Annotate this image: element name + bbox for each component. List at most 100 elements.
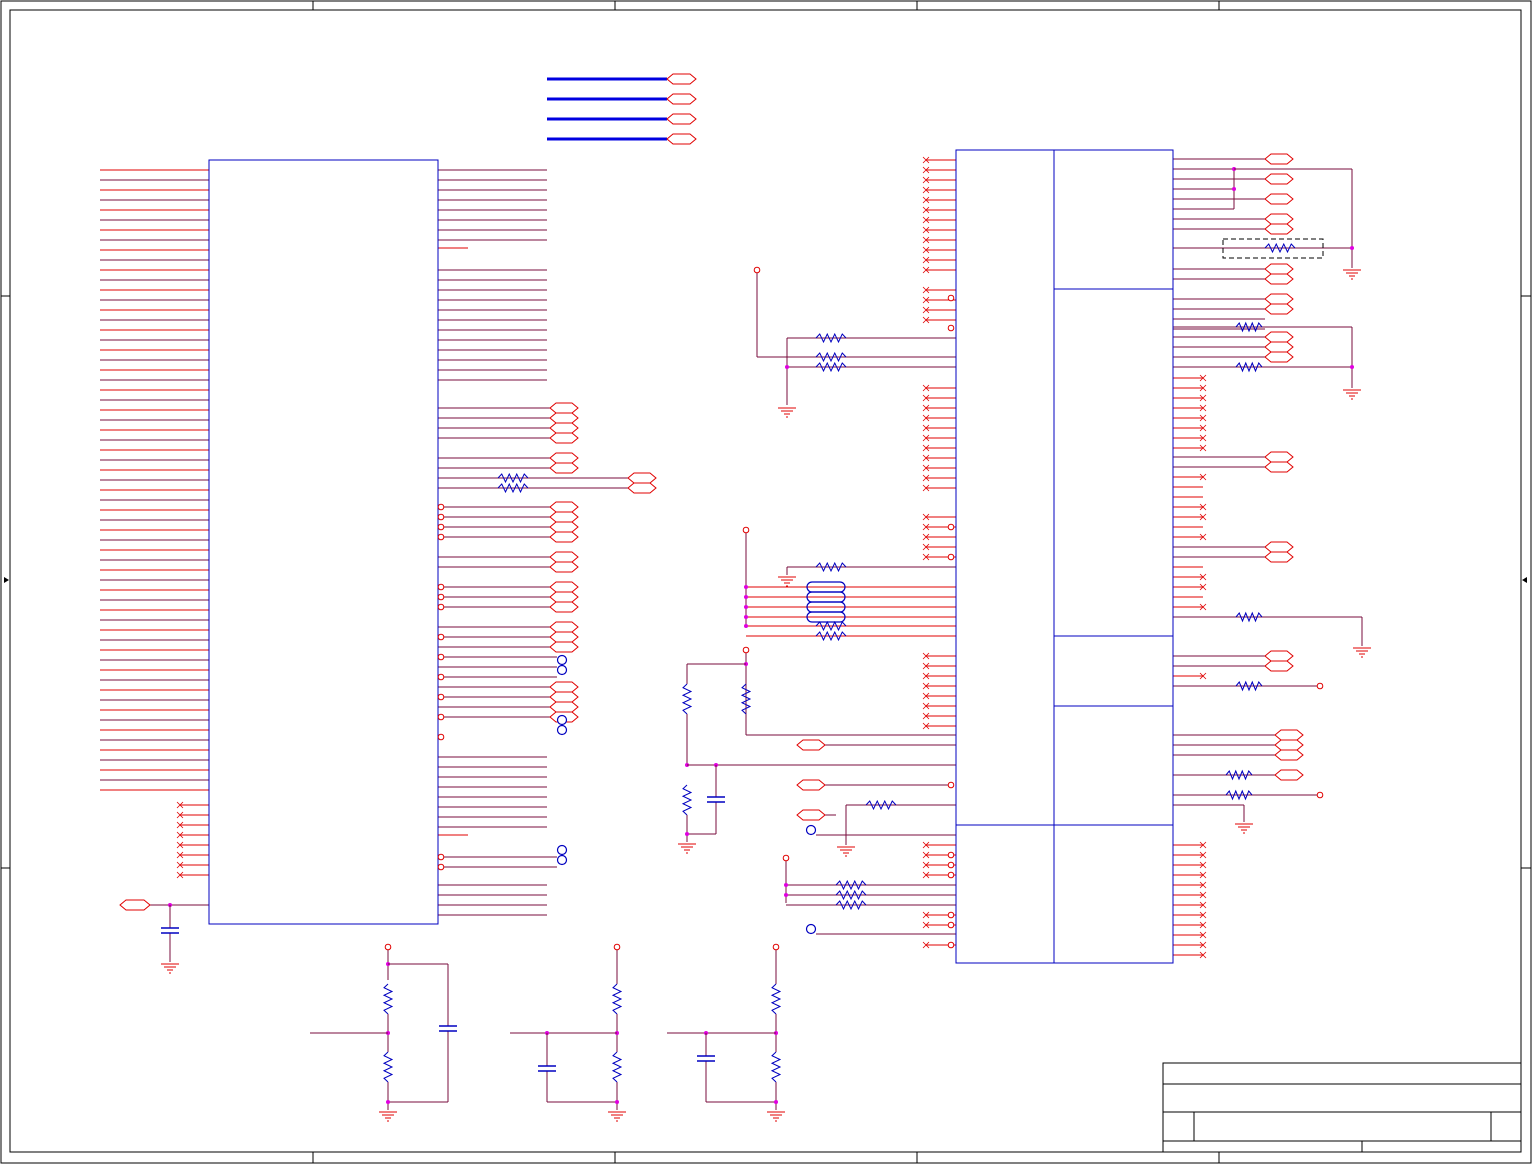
resistor-icon — [770, 1051, 782, 1083]
pin-terminal-icon — [1316, 791, 1324, 799]
hexagon-port-icon — [549, 701, 579, 713]
hexagon-port-icon — [549, 591, 579, 603]
hexagon-port-icon — [1274, 739, 1304, 751]
test-point-icon — [556, 654, 568, 666]
pin-terminal-icon — [947, 871, 955, 879]
pin-terminal-icon — [742, 526, 750, 534]
test-point-icon — [556, 664, 568, 676]
resistor-icon — [611, 983, 623, 1015]
hexagon-port-icon — [796, 809, 826, 821]
pin-terminal-icon — [437, 503, 445, 511]
hexagon-port-icon — [549, 681, 579, 693]
capacitor-icon — [697, 1055, 715, 1062]
junction-dot — [744, 585, 748, 589]
resistor-icon — [382, 983, 394, 1015]
junction-dot — [1350, 246, 1354, 250]
hexagon-port-icon — [549, 511, 579, 523]
ground-icon — [379, 1111, 397, 1122]
hexagon-port-icon — [1274, 729, 1304, 741]
junction-dot — [784, 893, 788, 897]
pin-terminal-icon — [437, 653, 445, 661]
hexagon-port-icon — [1264, 173, 1294, 185]
pin-terminal-icon — [437, 513, 445, 521]
capacitor-icon — [707, 796, 725, 803]
pin-terminal-icon — [947, 941, 955, 949]
hexagon-port-icon — [549, 561, 579, 573]
resistor-icon — [611, 1051, 623, 1083]
hexagon-port-icon — [549, 641, 579, 653]
sheet-frame — [0, 0, 1532, 1164]
ground-icon — [678, 843, 696, 854]
hexagon-port-icon — [1264, 273, 1294, 285]
hexagon-port-icon — [1264, 551, 1294, 563]
passive-components — [161, 238, 1371, 1122]
net-ports — [119, 73, 1324, 951]
hexagon-port-icon — [1264, 341, 1294, 353]
pin-terminal-icon — [947, 324, 955, 332]
hexagon-port-icon — [549, 462, 579, 474]
pin-terminal-icon — [947, 781, 955, 789]
hexagon-port-icon — [1264, 213, 1294, 225]
hexagon-port-icon — [549, 452, 579, 464]
hexagon-port-icon — [549, 601, 579, 613]
ground-icon — [767, 1111, 785, 1122]
test-point-icon — [556, 714, 568, 726]
junction-dot — [744, 624, 748, 628]
pin-terminal-icon — [947, 851, 955, 859]
zone-arrow-icon — [1522, 577, 1527, 583]
pin-terminal-icon — [782, 854, 790, 862]
ground-icon — [1235, 823, 1253, 834]
hexagon-port-icon — [666, 113, 697, 125]
pin-terminal-icon — [437, 693, 445, 701]
zone-arrow-icon — [4, 577, 9, 583]
ground-icon — [837, 846, 855, 857]
hexagon-port-icon — [549, 521, 579, 533]
ground-icon — [778, 576, 796, 587]
pin-terminal-icon — [947, 553, 955, 561]
ground-icon — [1353, 647, 1371, 658]
pin-terminal-icon — [437, 593, 445, 601]
inner-border — [9, 9, 1522, 1153]
pin-terminal-icon — [947, 861, 955, 869]
junction-dot — [744, 605, 748, 609]
hexagon-port-icon — [549, 551, 579, 563]
junction-dot — [744, 615, 748, 619]
hexagon-port-icon — [549, 432, 579, 444]
test-point-icon — [556, 724, 568, 736]
hexagon-port-icon — [666, 133, 697, 145]
ground-icon — [1343, 389, 1361, 400]
hexagon-port-icon — [1264, 650, 1294, 662]
pin-terminal-icon — [947, 921, 955, 929]
pin-terminal-icon — [1316, 682, 1324, 690]
hexagon-port-icon — [549, 422, 579, 434]
junction-dot — [744, 595, 748, 599]
resistor-icon — [681, 683, 693, 715]
pin-terminal-icon — [437, 583, 445, 591]
hexagon-port-icon — [1264, 351, 1294, 363]
hexagon-port-icon — [1264, 660, 1294, 672]
hexagon-port-icon — [1264, 331, 1294, 343]
junction-dot — [1232, 187, 1236, 191]
pin-terminal-icon — [437, 603, 445, 611]
hexagon-port-icon — [119, 899, 151, 911]
hexagon-port-icon — [627, 472, 657, 484]
test-point-icon — [805, 824, 817, 836]
pin-terminal-icon — [437, 523, 445, 531]
pin-terminal-icon — [384, 943, 392, 951]
ground-icon — [608, 1111, 626, 1122]
capacitor-icon — [439, 1025, 457, 1032]
capacitor-icon — [161, 927, 179, 934]
u-interface-ic — [955, 149, 1174, 964]
pin-terminal-icon — [753, 266, 761, 274]
hexagon-port-icon — [549, 402, 579, 414]
resistor-icon — [382, 1051, 394, 1083]
ground-icon — [1343, 269, 1361, 280]
junction-dot — [784, 883, 788, 887]
hexagon-port-icon — [1274, 769, 1304, 781]
hexagon-port-icon — [627, 482, 657, 494]
junction-dot — [785, 365, 789, 369]
ground-icon — [778, 407, 796, 418]
pin-terminal-icon — [613, 943, 621, 951]
pin-terminal-icon — [772, 943, 780, 951]
hexagon-port-icon — [1264, 293, 1294, 305]
